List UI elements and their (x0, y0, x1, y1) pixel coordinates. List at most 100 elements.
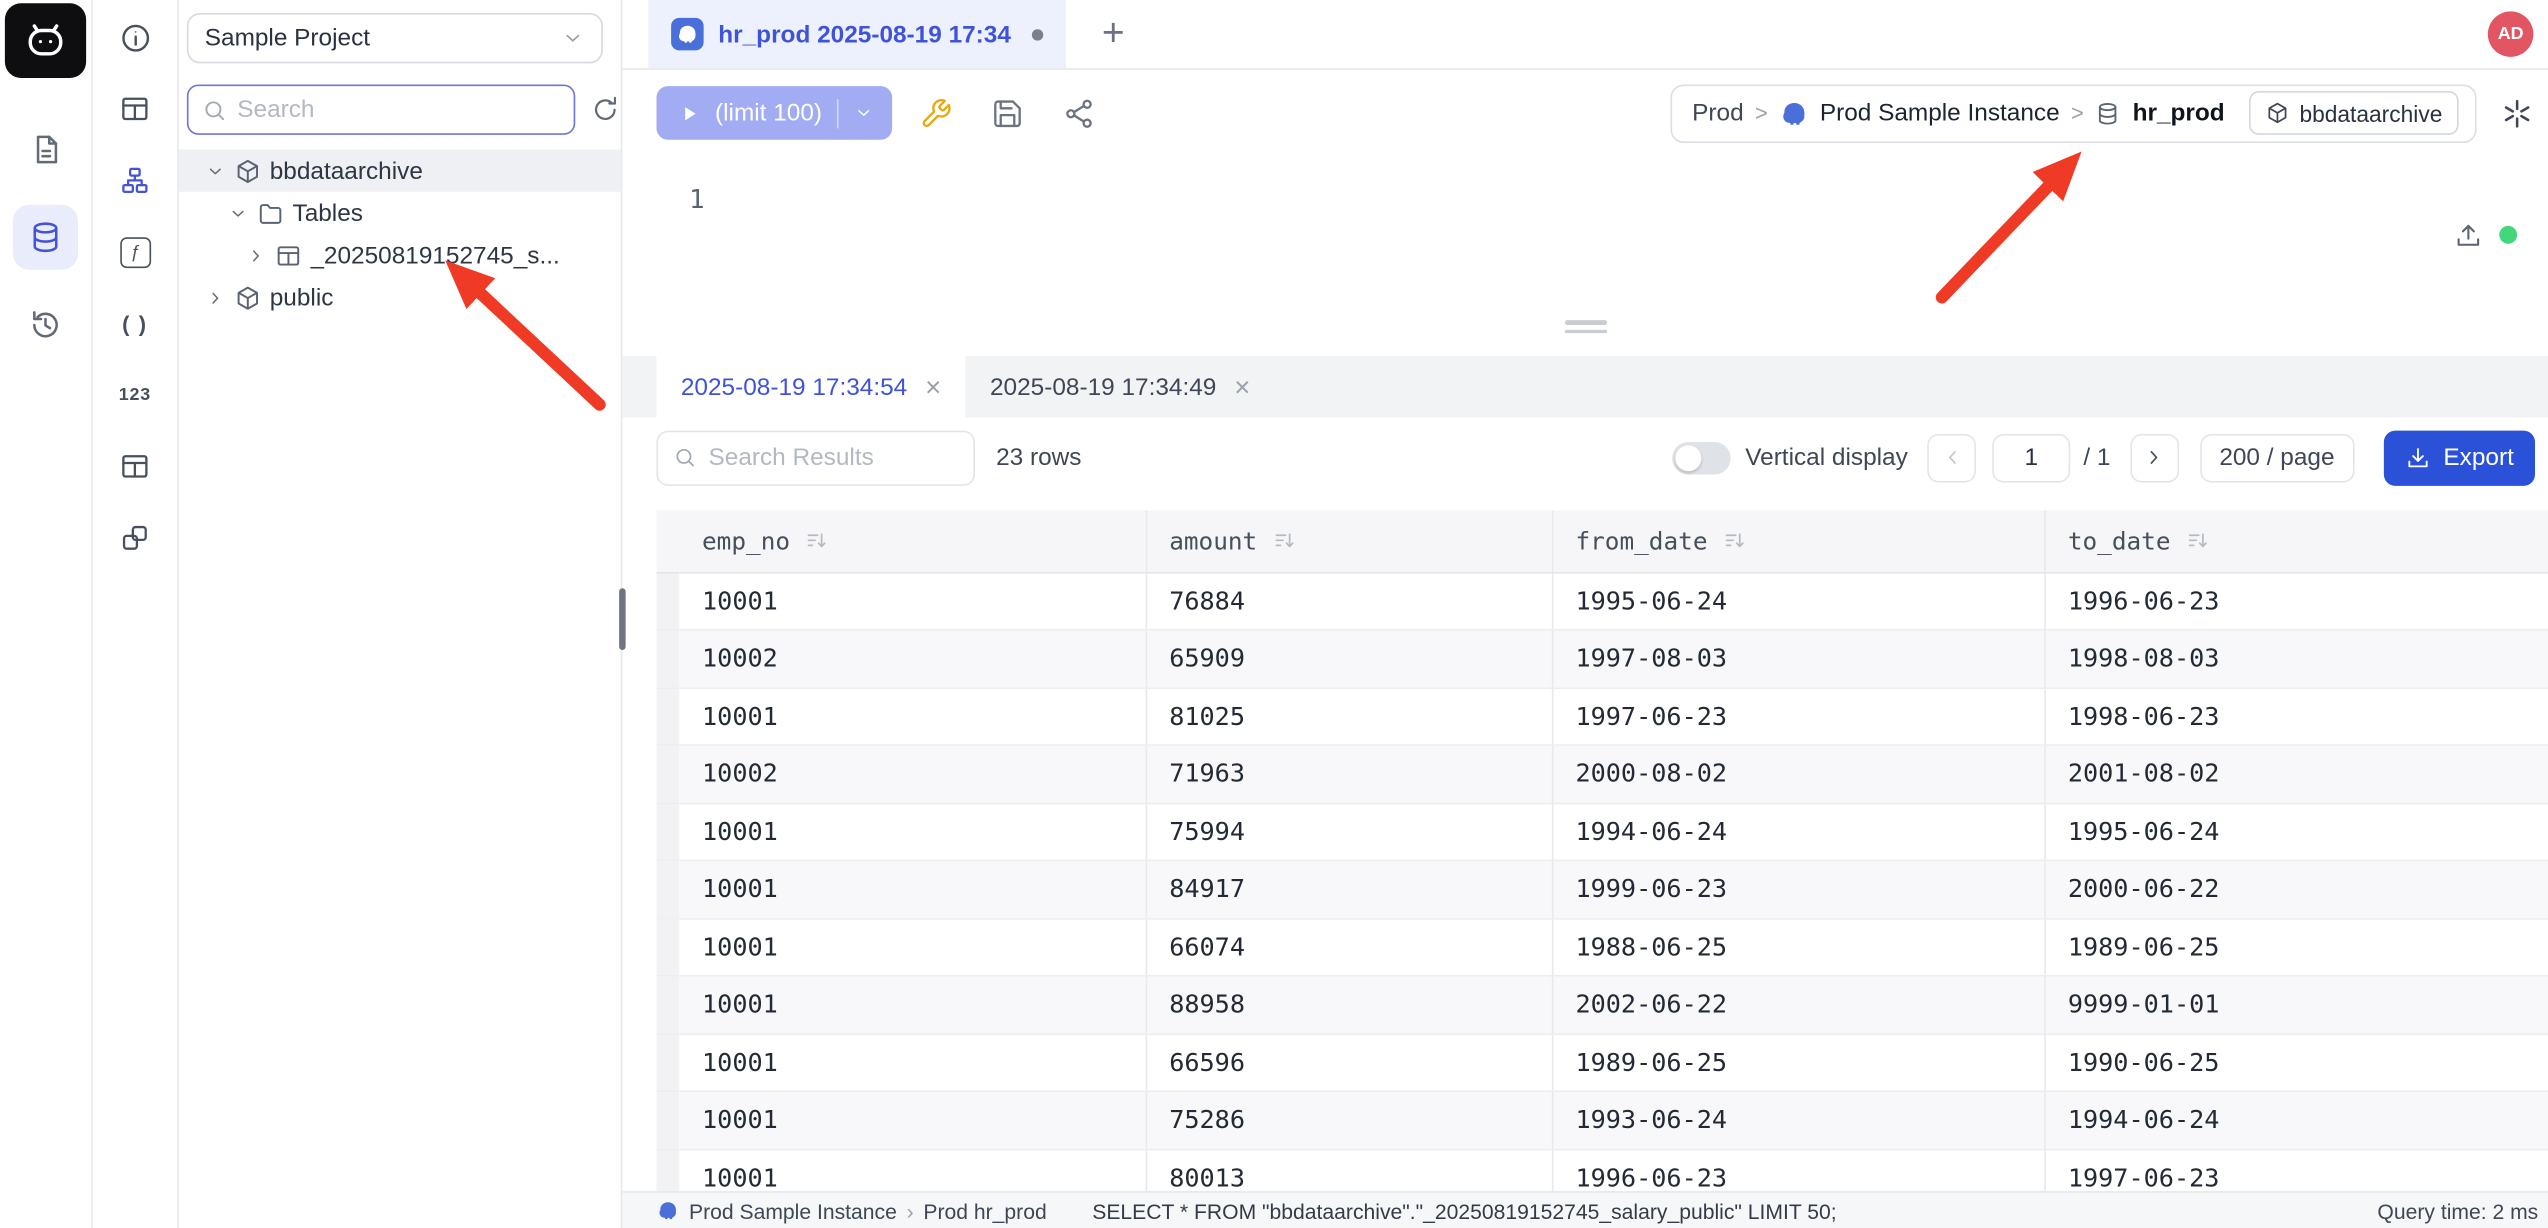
functions-button[interactable]: ƒ (107, 224, 162, 279)
table-cell[interactable]: 76884 (1146, 572, 1552, 630)
sort-icon[interactable] (805, 529, 829, 553)
status-database[interactable]: Prod hr_prod (923, 1198, 1046, 1222)
avatar[interactable]: AD (2488, 11, 2534, 57)
tree-item-database[interactable]: bbdataarchive (179, 150, 621, 192)
extensions-button[interactable] (107, 510, 162, 565)
table-cell[interactable]: 1999-06-23 (1552, 860, 2044, 918)
next-page-button[interactable] (2130, 433, 2179, 482)
table-cell[interactable]: 10001 (679, 1091, 1145, 1149)
tree-item-table[interactable]: _20250819152745_s... (179, 234, 621, 276)
table-cell[interactable]: 1997-08-03 (1552, 630, 2044, 688)
table-row[interactable]: 10001752861993-06-241994-06-24 (657, 1091, 2548, 1149)
table-cell[interactable]: 10001 (679, 918, 1145, 976)
page-number-input[interactable] (1992, 433, 2070, 482)
refresh-button[interactable] (590, 94, 621, 125)
table-cell[interactable]: 10002 (679, 745, 1145, 803)
column-header[interactable]: from_date (1552, 510, 2044, 572)
table-cell[interactable]: 10001 (679, 803, 1145, 861)
page-size-select[interactable]: 200 / page (2200, 433, 2354, 482)
sort-icon[interactable] (1722, 529, 1746, 553)
table-cell[interactable]: 81025 (1146, 687, 1552, 745)
column-header[interactable]: to_date (2044, 510, 2548, 572)
worksheet-nav-button[interactable] (13, 117, 78, 182)
table-cell[interactable]: 65909 (1146, 630, 1552, 688)
table-cell[interactable]: 10001 (679, 687, 1145, 745)
breadcrumb-database[interactable]: hr_prod (2133, 99, 2225, 127)
table-cell[interactable]: 10001 (679, 1034, 1145, 1092)
database-nav-button[interactable] (13, 205, 78, 270)
caret-right-icon[interactable] (205, 287, 226, 308)
external-tables-button[interactable] (107, 439, 162, 494)
breadcrumb-instance[interactable]: Prod Sample Instance (1820, 99, 2060, 127)
column-header[interactable]: amount (1146, 510, 1552, 572)
table-cell[interactable]: 10002 (679, 630, 1145, 688)
vertical-display-toggle[interactable] (1672, 441, 1731, 474)
chevron-down-icon[interactable] (853, 102, 874, 123)
table-cell[interactable]: 1998-06-23 (2044, 687, 2548, 745)
table-cell[interactable]: 71963 (1146, 745, 1552, 803)
table-cell[interactable]: 66074 (1146, 918, 1552, 976)
table-cell[interactable]: 75286 (1146, 1091, 1552, 1149)
table-row[interactable]: 10002659091997-08-031998-08-03 (657, 630, 2548, 688)
table-row[interactable]: 10001665961989-06-251990-06-25 (657, 1034, 2548, 1092)
format-sql-button[interactable] (908, 85, 963, 140)
run-query-button[interactable]: (limit 100) (657, 86, 892, 140)
table-cell[interactable]: 1994-06-24 (2044, 1091, 2548, 1149)
caret-down-icon[interactable] (205, 160, 226, 181)
tree-item-schema-public[interactable]: public (179, 276, 621, 318)
close-icon[interactable]: × (925, 373, 941, 401)
sidebar-search-input[interactable] (237, 96, 560, 124)
breadcrumb-environment[interactable]: Prod (1692, 99, 1743, 127)
table-cell[interactable]: 75994 (1146, 803, 1552, 861)
history-nav-button[interactable] (13, 293, 78, 358)
table-cell[interactable]: 2000-06-22 (2044, 860, 2548, 918)
table-row[interactable]: 10001849171999-06-232000-06-22 (657, 860, 2548, 918)
sequences-button[interactable]: 123 (107, 367, 162, 422)
table-cell[interactable]: 84917 (1146, 860, 1552, 918)
table-row[interactable]: 10001810251997-06-231998-06-23 (657, 687, 2548, 745)
prev-page-button[interactable] (1927, 433, 1976, 482)
table-cell[interactable]: 2002-06-22 (1552, 976, 2044, 1034)
table-row[interactable]: 10001889582002-06-229999-01-01 (657, 976, 2548, 1034)
ai-assistant-button[interactable] (2499, 95, 2535, 131)
editor-tab[interactable]: hr_prod 2025-08-19 17:34 (648, 0, 1066, 68)
table-cell[interactable]: 1995-06-24 (1552, 572, 2044, 630)
connection-breadcrumb[interactable]: Prod > Prod Sample Instance > hr_prod bb… (1671, 84, 2476, 143)
table-cell[interactable]: 2001-08-02 (2044, 745, 2548, 803)
table-cell[interactable]: 1989-06-25 (2044, 918, 2548, 976)
table-cell[interactable]: 1994-06-24 (1552, 803, 2044, 861)
table-cell[interactable]: 1996-06-23 (2044, 572, 2548, 630)
table-cell[interactable]: 10001 (679, 976, 1145, 1034)
table-cell[interactable]: 1988-06-25 (1552, 918, 2044, 976)
new-tab-button[interactable]: + (1092, 11, 1134, 57)
table-cell[interactable]: 88958 (1146, 976, 1552, 1034)
export-button[interactable]: Export (2383, 430, 2535, 485)
caret-down-icon[interactable] (228, 202, 249, 223)
result-search[interactable] (657, 430, 976, 485)
result-search-input[interactable] (709, 444, 959, 472)
schema-chip[interactable]: bbdataarchive (2249, 91, 2459, 135)
table-cell[interactable]: 1998-08-03 (2044, 630, 2548, 688)
table-cell[interactable]: 1995-06-24 (2044, 803, 2548, 861)
sidebar-search[interactable] (187, 85, 575, 135)
sql-editor[interactable]: 1 (622, 156, 2548, 335)
table-cell[interactable]: 1997-06-23 (1552, 687, 2044, 745)
table-cell[interactable]: 1989-06-25 (1552, 1034, 2044, 1092)
table-row[interactable]: 10001759941994-06-241995-06-24 (657, 803, 2548, 861)
tree-item-tables-folder[interactable]: Tables (179, 192, 621, 234)
upload-button[interactable] (2454, 221, 2483, 250)
tables-button[interactable] (107, 81, 162, 136)
caret-right-icon[interactable] (245, 245, 266, 266)
table-cell[interactable]: 1993-06-24 (1552, 1091, 2044, 1149)
column-header[interactable]: emp_no (679, 510, 1145, 572)
project-select[interactable]: Sample Project (187, 13, 603, 63)
result-tab[interactable]: 2025-08-19 17:34:54 × (657, 356, 966, 418)
info-button[interactable] (107, 10, 162, 65)
share-sheet-button[interactable] (1051, 85, 1106, 140)
save-sheet-button[interactable] (980, 85, 1035, 140)
table-cell[interactable]: 2000-08-02 (1552, 745, 2044, 803)
table-cell[interactable]: 66596 (1146, 1034, 1552, 1092)
procedures-button[interactable]: ( ) (107, 296, 162, 351)
table-row[interactable]: 10001660741988-06-251989-06-25 (657, 918, 2548, 976)
close-icon[interactable]: × (1234, 373, 1250, 401)
